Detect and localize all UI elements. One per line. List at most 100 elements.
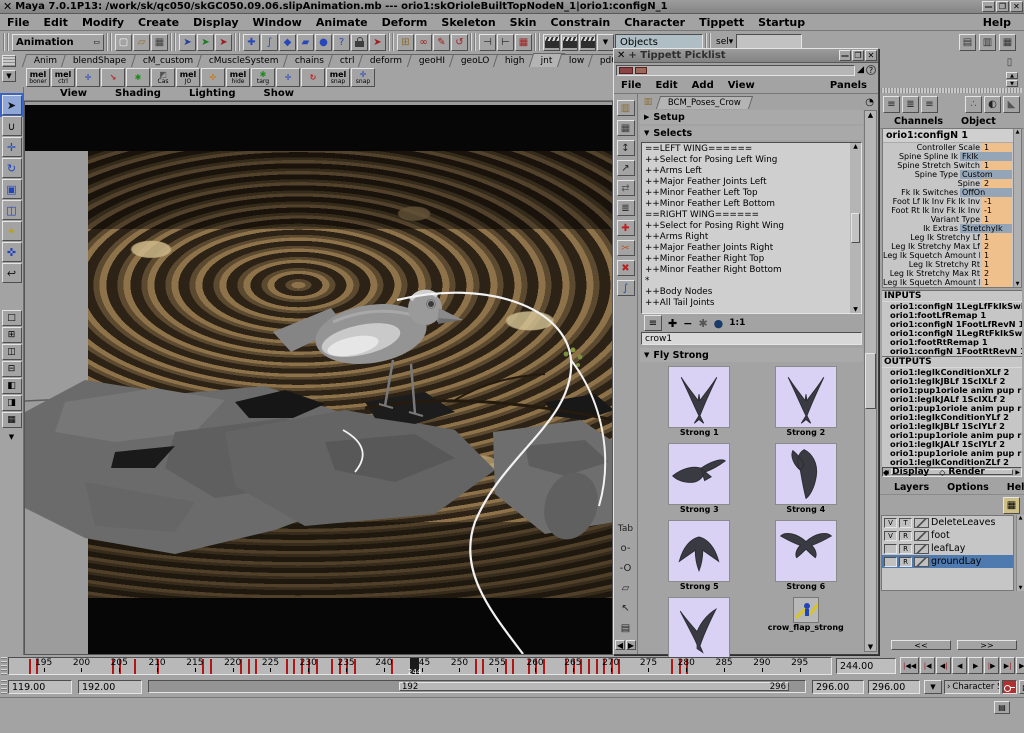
- graph-persp-layout-icon[interactable]: ◨: [2, 395, 22, 411]
- shelf-grip[interactable]: [2, 55, 16, 67]
- select-by-object-icon[interactable]: ➤: [197, 34, 214, 51]
- pose-strong-6[interactable]: Strong 6: [753, 520, 860, 593]
- output-node[interactable]: orio1:legIkConditionXLf 2: [882, 368, 1022, 377]
- blend-slider-icon[interactable]: ↕: [617, 140, 635, 156]
- time-slider-grip[interactable]: [1, 657, 7, 675]
- help-icon[interactable]: ?: [866, 65, 876, 75]
- tippett-status-field[interactable]: [616, 65, 855, 76]
- filter-icon[interactable]: ≡: [644, 315, 662, 331]
- animation-end-field[interactable]: 296.00: [868, 680, 920, 694]
- select-list-item[interactable]: ++Minor Feather Right Top: [645, 254, 849, 265]
- paint-effects-icon[interactable]: ✎: [433, 34, 450, 51]
- pose-thumbnail[interactable]: [668, 597, 730, 659]
- folder-icon[interactable]: ▥: [638, 96, 658, 109]
- viewport-menu-shading[interactable]: Shading: [115, 88, 161, 99]
- last-tool[interactable]: ↩: [2, 263, 22, 283]
- select-tool[interactable]: ➤: [2, 95, 22, 115]
- channel-value[interactable]: 1: [982, 215, 1012, 224]
- four-pane-layout-icon[interactable]: ⊞: [2, 327, 22, 343]
- channel-speed-mode-icon[interactable]: ≡: [921, 96, 938, 113]
- range-handle-left[interactable]: 192: [402, 683, 418, 690]
- layer-row-foot[interactable]: VRfoot: [882, 529, 1013, 542]
- channel-scrollbar[interactable]: ▲▼: [1013, 129, 1021, 287]
- notes-icon[interactable]: ▤: [617, 620, 635, 636]
- snap-to-points-icon[interactable]: ◆: [279, 34, 296, 51]
- shelf-mel-JO[interactable]: melJO: [176, 68, 200, 87]
- menu-create[interactable]: Create: [131, 15, 186, 30]
- output-node[interactable]: orio1:pup1oriole anim pup r7 k: [882, 386, 1022, 395]
- viewport-menu-view[interactable]: View: [60, 88, 87, 99]
- snap-align-icon[interactable]: ?: [333, 34, 350, 51]
- menu-file[interactable]: File: [0, 15, 37, 30]
- step-forward-key-button[interactable]: ▶|: [1000, 657, 1015, 674]
- viewport-menu-show[interactable]: Show: [264, 88, 294, 99]
- pose-thumbnail[interactable]: [775, 366, 837, 428]
- save-scene-icon[interactable]: ▦: [151, 34, 168, 51]
- channel-value[interactable]: 1: [982, 251, 1012, 260]
- layer-menu-help[interactable]: Help: [1000, 481, 1024, 494]
- input-node[interactable]: orio1:footRtRemap 1: [882, 338, 1022, 347]
- layer-menu-options[interactable]: Options: [940, 481, 996, 494]
- script-editor-icon[interactable]: ▧: [1019, 680, 1024, 694]
- rotate-tool[interactable]: ↻: [2, 158, 22, 178]
- outliner-persp-layout-icon[interactable]: ◧: [2, 378, 22, 394]
- go-to-start-button[interactable]: |◀◀: [900, 657, 919, 674]
- output-connections-icon[interactable]: ⊢: [497, 34, 514, 51]
- flag-icon[interactable]: ◢: [857, 65, 864, 75]
- pose-strong-4[interactable]: Strong 4: [753, 443, 860, 516]
- make-live-icon[interactable]: ●: [315, 34, 332, 51]
- tippett-menu-edit[interactable]: Edit: [648, 79, 684, 92]
- output-node[interactable]: orio1:legIkJALf 1ScIXLf 2: [882, 395, 1022, 404]
- select-by-hierarchy-icon[interactable]: ➤: [179, 34, 196, 51]
- clock-icon[interactable]: ◔: [865, 97, 874, 108]
- shelf-tab-cMuscleSystem[interactable]: cMuscleSystem: [197, 54, 291, 67]
- channel-slider-mode-icon[interactable]: ≡: [883, 96, 900, 113]
- layer-visibility-toggle[interactable]: [884, 544, 897, 554]
- input-node[interactable]: orio1:footLfRemap 1: [882, 311, 1022, 320]
- eraser-icon[interactable]: ▱: [617, 580, 635, 596]
- fly-strong-section-header[interactable]: ▼Fly Strong: [640, 348, 863, 362]
- select-list-item[interactable]: ++Body Nodes: [645, 287, 849, 298]
- restore-button[interactable]: ❐: [996, 1, 1009, 12]
- pose-thumbnail[interactable]: [668, 443, 730, 505]
- render-radio[interactable]: ◇Render: [939, 467, 985, 477]
- select-list-item[interactable]: ++Minor Feather Left Top: [645, 188, 849, 199]
- target-star-icon[interactable]: ✱targ: [251, 68, 275, 87]
- tippett-menu-panels[interactable]: Panels: [823, 79, 874, 92]
- universal-manipulator-tool[interactable]: ◫: [2, 200, 22, 220]
- list-view-icon[interactable]: ≣: [617, 200, 635, 216]
- menu-deform[interactable]: Deform: [375, 15, 435, 30]
- zoom-ratio-label[interactable]: 1:1: [729, 318, 745, 328]
- layer-type-toggle[interactable]: T: [899, 518, 912, 528]
- menu-skeleton[interactable]: Skeleton: [434, 15, 502, 30]
- channel-value[interactable]: 1: [982, 143, 1012, 152]
- range-grip[interactable]: [1, 680, 7, 694]
- layer-color-swatch[interactable]: [914, 544, 929, 554]
- menu-window[interactable]: Window: [246, 15, 309, 30]
- channel-value[interactable]: -1: [982, 197, 1012, 206]
- prev-panel-button[interactable]: <<: [891, 640, 951, 650]
- two-pane-stacked-layout-icon[interactable]: ⊟: [2, 361, 22, 377]
- two-pane-side-layout-icon[interactable]: ◫: [2, 344, 22, 360]
- shelf-tab-blendShape[interactable]: blendShape: [61, 54, 139, 67]
- output-node[interactable]: orio1:legIkConditionYLf 2: [882, 413, 1022, 422]
- menu-edit[interactable]: Edit: [37, 15, 75, 30]
- channel-value[interactable]: OffOn: [960, 188, 1012, 197]
- select-list-item[interactable]: ++Minor Feather Right Bottom: [645, 265, 849, 276]
- toggle-tool-settings-icon[interactable]: ▥: [979, 34, 996, 51]
- current-time-marker[interactable]: 244: [410, 658, 419, 675]
- channel-value[interactable]: 1: [982, 278, 1012, 287]
- viewport[interactable]: [24, 101, 613, 655]
- prev-pose-page-button[interactable]: ◀: [615, 640, 625, 650]
- snap-to-view-planes-icon[interactable]: ▰: [297, 34, 314, 51]
- sel-dropdown[interactable]: sel▾: [716, 37, 733, 47]
- select-list-item[interactable]: ++Major Feather Joints Left: [645, 177, 849, 188]
- layer-menu-layers[interactable]: Layers: [887, 481, 936, 494]
- tippett-minimize-button[interactable]: —: [839, 50, 851, 61]
- layer-visibility-toggle[interactable]: V: [884, 518, 897, 528]
- shelf-mel-ctrl[interactable]: melctrl: [51, 68, 75, 87]
- channel-box-menu-channels[interactable]: Channels: [887, 115, 950, 128]
- joint-snap-icon[interactable]: ✛snap: [351, 68, 375, 87]
- viewport-menu-lighting[interactable]: Lighting: [189, 88, 236, 99]
- channel-value[interactable]: StretchyIk: [960, 224, 1012, 233]
